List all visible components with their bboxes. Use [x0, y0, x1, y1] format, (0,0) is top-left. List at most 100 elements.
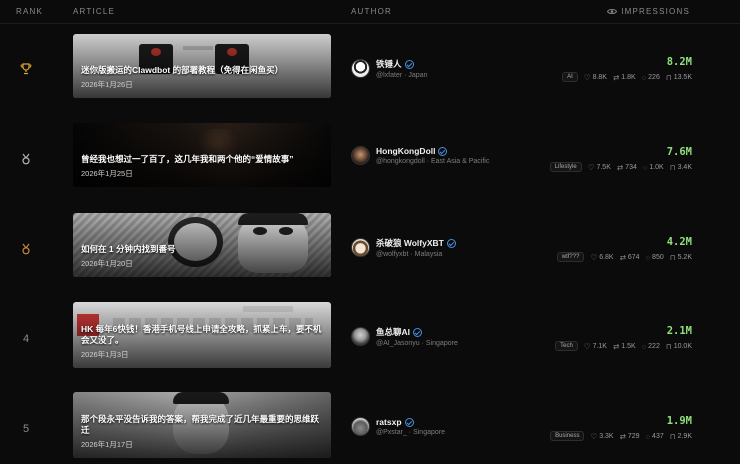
eye-icon — [607, 9, 618, 14]
reply-icon: ◌ — [641, 72, 647, 82]
author-cell[interactable]: HongKongDoll @hongkongdoll · East Asia &… — [351, 146, 489, 165]
engagement-stats: Business ♡ 3.3K ⇄ 729 ◌ 437 ⊓ 2.9K — [550, 431, 692, 441]
replies-count: 226 — [648, 73, 660, 81]
article-thumbnail[interactable]: 那个段永平没告诉我的答案，帮我完成了近几年最重要的思维跃迁 2026年1月17日 — [73, 392, 331, 458]
rank-cell — [14, 114, 38, 204]
author-name: 杀破狼 WolfyXBT — [376, 238, 444, 248]
category-tag[interactable]: Business — [550, 431, 585, 441]
author-name: HongKongDoll — [376, 146, 436, 156]
author-cell[interactable]: 杀破狼 WolfyXBT @wolfyxbt · Malaysia — [351, 237, 456, 258]
reply-icon: ◌ — [645, 252, 651, 262]
article-date: 2026年1月20日 — [81, 259, 133, 268]
impressions-value: 4.2M — [666, 236, 692, 248]
bookmark-icon: ⊓ — [669, 162, 676, 172]
medal-silver-icon — [22, 153, 30, 165]
verified-badge-icon — [404, 417, 414, 427]
likes-count: 7.1K — [592, 342, 607, 350]
bookmark-icon: ⊓ — [665, 72, 672, 82]
rank-cell: 4 — [22, 333, 30, 345]
reposts-count: 1.5K — [621, 342, 636, 350]
verified-badge-icon — [404, 59, 414, 69]
article-title: 迷你版搬运的Clawdbot 的部署教程（免得在闲鱼买） — [81, 65, 284, 75]
repost-icon: ⇄ — [619, 252, 626, 262]
table-row[interactable]: 4 HK 每年6快钱！香港手机号线上申请全攻略，抓紧上车，要不机会又没了。 20… — [0, 294, 740, 384]
article-date: 2026年1月3日 — [81, 350, 129, 359]
table-row[interactable]: 如何在 1 分钟内找到番号 2026年1月20日 杀破狼 WolfyXBT @w… — [0, 204, 740, 294]
author-handle: @wolfyxbt — [376, 251, 409, 258]
engagement-stats: wtf??? ♡ 6.8K ⇄ 674 ◌ 850 ⊓ 5.2K — [556, 252, 692, 262]
impressions-column-header[interactable]: IMPRESSIONS — [607, 7, 690, 16]
avatar — [351, 238, 370, 257]
likes-count: 3.3K — [599, 432, 614, 440]
reposts-count: 1.8K — [621, 73, 636, 81]
heart-icon: ♡ — [587, 162, 595, 172]
likes-count: 7.5K — [596, 163, 611, 171]
heart-icon: ♡ — [583, 72, 591, 82]
bookmarks-count: 13.5K — [673, 73, 692, 81]
verified-badge-icon — [446, 238, 456, 248]
author-name: ratsxp — [376, 417, 402, 427]
article-thumbnail[interactable]: 如何在 1 分钟内找到番号 2026年1月20日 — [73, 213, 331, 277]
article-date: 2026年1月25日 — [81, 169, 133, 178]
article-title: 那个段永平没告诉我的答案，帮我完成了近几年最重要的思维跃迁 — [81, 414, 320, 435]
impressions-value: 2.1M — [666, 325, 692, 337]
heart-icon: ♡ — [583, 341, 591, 351]
reply-icon: ◌ — [641, 341, 647, 351]
reply-icon: ◌ — [642, 162, 648, 172]
article-date: 2026年1月26日 — [81, 80, 133, 89]
avatar — [351, 417, 370, 436]
article-thumbnail[interactable]: HK 每年6快钱！香港手机号线上申请全攻略，抓紧上车，要不机会又没了。 2026… — [73, 302, 331, 368]
impressions-value: 1.9M — [666, 415, 692, 427]
category-tag[interactable]: AI — [562, 72, 578, 82]
bookmarks-count: 10.0K — [673, 342, 692, 350]
author-cell[interactable]: ratsxp @Pxstar_ · Singapore — [351, 417, 445, 436]
table-header: RANK ARTICLE AUTHOR IMPRESSIONS — [0, 0, 740, 24]
category-tag[interactable]: wtf??? — [556, 252, 585, 262]
repost-icon: ⇄ — [619, 431, 626, 441]
repost-icon: ⇄ — [612, 72, 620, 82]
reply-icon: ◌ — [645, 431, 651, 441]
author-handle: @Pxstar_ — [376, 429, 407, 436]
author-location: Japan — [408, 72, 428, 79]
medal-bronze-icon — [22, 243, 30, 255]
avatar — [351, 327, 370, 346]
article-title: 如何在 1 分钟内找到番号 — [81, 244, 176, 254]
article-thumbnail[interactable]: 迷你版搬运的Clawdbot 的部署教程（免得在闲鱼买） 2026年1月26日 — [73, 34, 331, 98]
trophy-icon — [20, 63, 32, 75]
repost-icon: ⇄ — [616, 162, 624, 172]
author-handle: @hongkongdoll — [376, 158, 425, 165]
replies-count: 1.0K — [649, 163, 664, 171]
heart-icon: ♡ — [590, 252, 598, 262]
engagement-stats: Tech ♡ 7.1K ⇄ 1.5K ◌ 222 ⊓ 10.0K — [555, 341, 692, 351]
avatar — [351, 59, 370, 78]
article-column-header: ARTICLE — [73, 7, 116, 16]
article-thumbnail[interactable]: 曾经我也想过一了百了，这几年我和两个他的“爱情故事” 2026年1月25日 — [73, 123, 331, 187]
author-cell[interactable]: 鱼总聊AI @AI_Jasonyu · Singapore — [351, 326, 458, 347]
author-name: 鱼总聊AI — [376, 327, 411, 337]
rank-cell: 5 — [22, 423, 30, 435]
bookmarks-count: 5.2K — [677, 253, 692, 261]
article-title: HK 每年6快钱！香港手机号线上申请全攻略，抓紧上车，要不机会又没了。 — [81, 324, 322, 345]
verified-badge-icon — [413, 327, 423, 337]
table-row[interactable]: 5 那个段永平没告诉我的答案，帮我完成了近几年最重要的思维跃迁 2026年1月1… — [0, 384, 740, 464]
author-location: East Asia & Pacific — [431, 158, 490, 165]
author-cell[interactable]: 铁锤人 @lxfater · Japan — [351, 58, 427, 79]
table-row[interactable]: 曾经我也想过一了百了，这几年我和两个他的“爱情故事” 2026年1月25日 Ho… — [0, 114, 740, 204]
reposts-count: 729 — [627, 432, 640, 440]
category-tag[interactable]: Lifestyle — [549, 162, 582, 172]
avatar — [351, 146, 370, 165]
author-location: Malaysia — [414, 251, 443, 258]
impressions-value: 7.6M — [666, 146, 692, 158]
author-location: Singapore — [413, 429, 445, 436]
engagement-stats: AI ♡ 8.8K ⇄ 1.8K ◌ 226 ⊓ 13.5K — [562, 72, 692, 82]
table-row[interactable]: 迷你版搬运的Clawdbot 的部署教程（免得在闲鱼买） 2026年1月26日 … — [0, 24, 740, 114]
bookmarks-count: 3.4K — [677, 163, 692, 171]
author-column-header: AUTHOR — [351, 7, 392, 16]
impressions-header-label: IMPRESSIONS — [621, 7, 690, 16]
rank-cell — [14, 204, 38, 294]
replies-count: 437 — [652, 432, 664, 440]
author-handle: @AI_Jasonyu — [376, 340, 420, 347]
category-tag[interactable]: Tech — [555, 341, 578, 351]
likes-count: 8.8K — [592, 73, 607, 81]
replies-count: 850 — [652, 253, 664, 261]
